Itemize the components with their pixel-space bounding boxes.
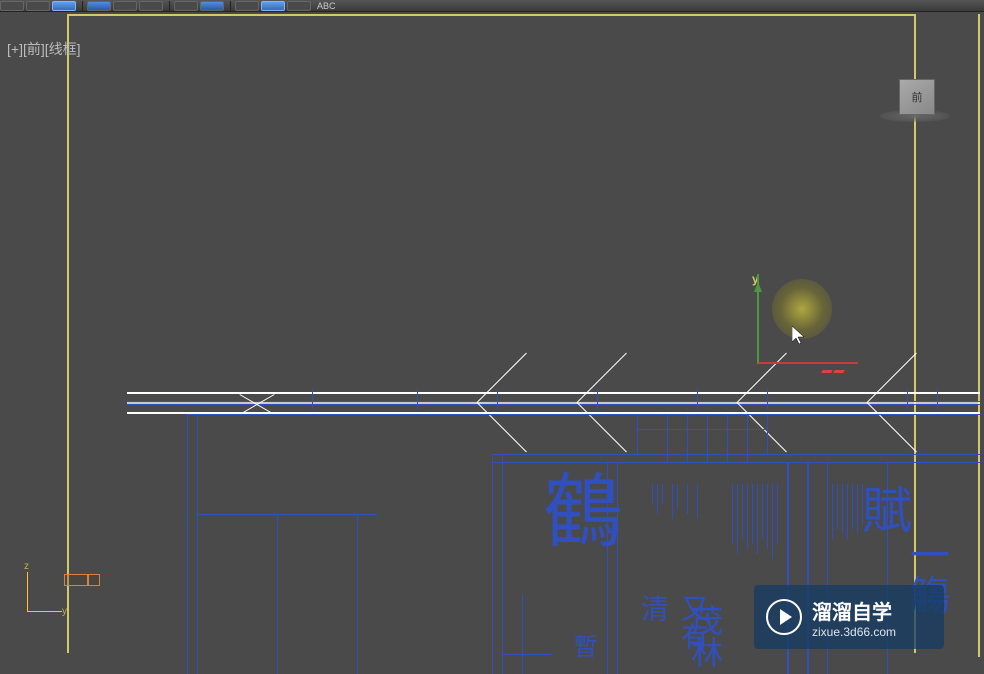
gizmo-x-axis[interactable]: [758, 362, 858, 364]
line: [502, 454, 503, 674]
line: [742, 484, 743, 539]
truss-structure: [127, 344, 980, 414]
line: [767, 414, 768, 454]
toolbar-button[interactable]: [139, 1, 163, 11]
line: [657, 484, 658, 514]
line: [687, 484, 688, 514]
top-toolbar: ABC: [0, 0, 984, 12]
line: [727, 414, 728, 462]
watermark-title: 溜溜自学: [812, 596, 896, 625]
line: [477, 353, 527, 403]
line: [667, 414, 668, 462]
line: [687, 414, 688, 462]
line: [937, 389, 938, 409]
line: [767, 389, 768, 409]
line: [492, 454, 980, 455]
line: [672, 484, 673, 519]
line: [277, 514, 278, 674]
abc-label: ABC: [317, 1, 336, 11]
line: [662, 484, 663, 504]
line: [187, 414, 188, 674]
line: [417, 389, 418, 409]
axis-y-label: y: [62, 606, 67, 617]
toolbar-button[interactable]: [235, 1, 259, 11]
calligraphy-char: 賦: [847, 484, 919, 534]
viewport-label[interactable]: [+][前][线框]: [7, 39, 81, 59]
view-cube[interactable]: 前: [899, 79, 935, 115]
line: [752, 484, 753, 544]
line: [907, 389, 908, 409]
line: [737, 484, 738, 554]
line: [522, 594, 523, 674]
cursor-icon: [792, 326, 808, 351]
line: [357, 514, 358, 674]
toolbar-button[interactable]: [26, 1, 50, 11]
toolbar-separator: [230, 1, 231, 11]
toolbar-separator: [82, 1, 83, 11]
watermark: 溜溜自学 zixue.3d66.com: [754, 585, 944, 649]
line: [842, 484, 843, 534]
toolbar-button[interactable]: [0, 1, 24, 11]
toolbar-button-active[interactable]: [52, 1, 76, 11]
line: [497, 389, 498, 409]
play-icon: [766, 599, 802, 635]
line: [747, 414, 748, 462]
line: [732, 484, 733, 544]
line: [697, 484, 698, 519]
line: [767, 484, 768, 549]
view-cube-face: 前: [912, 89, 923, 105]
line: [637, 414, 638, 454]
line: [502, 654, 552, 655]
line: [777, 484, 778, 544]
line: [652, 484, 653, 504]
line: [492, 454, 493, 674]
toolbar-button[interactable]: [113, 1, 137, 11]
toolbar-separator: [169, 1, 170, 11]
axis-y-line: [27, 611, 62, 612]
line: [312, 389, 313, 409]
red-mark-icon: [821, 370, 833, 373]
selection-marks: [822, 370, 852, 378]
line: [577, 353, 627, 403]
toolbar-button-active[interactable]: [261, 1, 285, 11]
line: [697, 389, 698, 409]
line: [597, 389, 598, 409]
calligraphy-char: 鶴: [517, 469, 633, 549]
line: [827, 484, 828, 534]
calligraphy-char: 茂林: [682, 604, 728, 668]
line: [197, 414, 198, 674]
line: [187, 414, 980, 415]
watermark-text: 溜溜自学 zixue.3d66.com: [812, 596, 896, 639]
axis-z-label: z: [24, 561, 29, 572]
play-triangle-icon: [780, 609, 792, 625]
line: [492, 462, 980, 463]
line: [677, 484, 678, 509]
line: [757, 484, 758, 554]
line: [772, 484, 773, 559]
line: [197, 514, 377, 515]
line: [867, 353, 917, 403]
line: [707, 414, 708, 462]
toolbar-button[interactable]: [287, 1, 311, 11]
line: [737, 353, 787, 403]
gizmo-y-axis[interactable]: [757, 274, 759, 364]
toolbar-button[interactable]: [174, 1, 198, 11]
line: [762, 484, 763, 539]
line: [747, 484, 748, 549]
watermark-url: zixue.3d66.com: [812, 625, 896, 639]
line: [837, 484, 838, 529]
red-mark-icon: [833, 370, 845, 373]
axis-z-line: [27, 572, 28, 612]
toolbar-button-blue[interactable]: [200, 1, 224, 11]
line: [832, 484, 833, 539]
calligraphy-char: 暫: [565, 634, 600, 658]
viewport[interactable]: [+][前][线框] 前 y z y: [2, 14, 980, 657]
toolbar-button-blue[interactable]: [87, 1, 111, 11]
